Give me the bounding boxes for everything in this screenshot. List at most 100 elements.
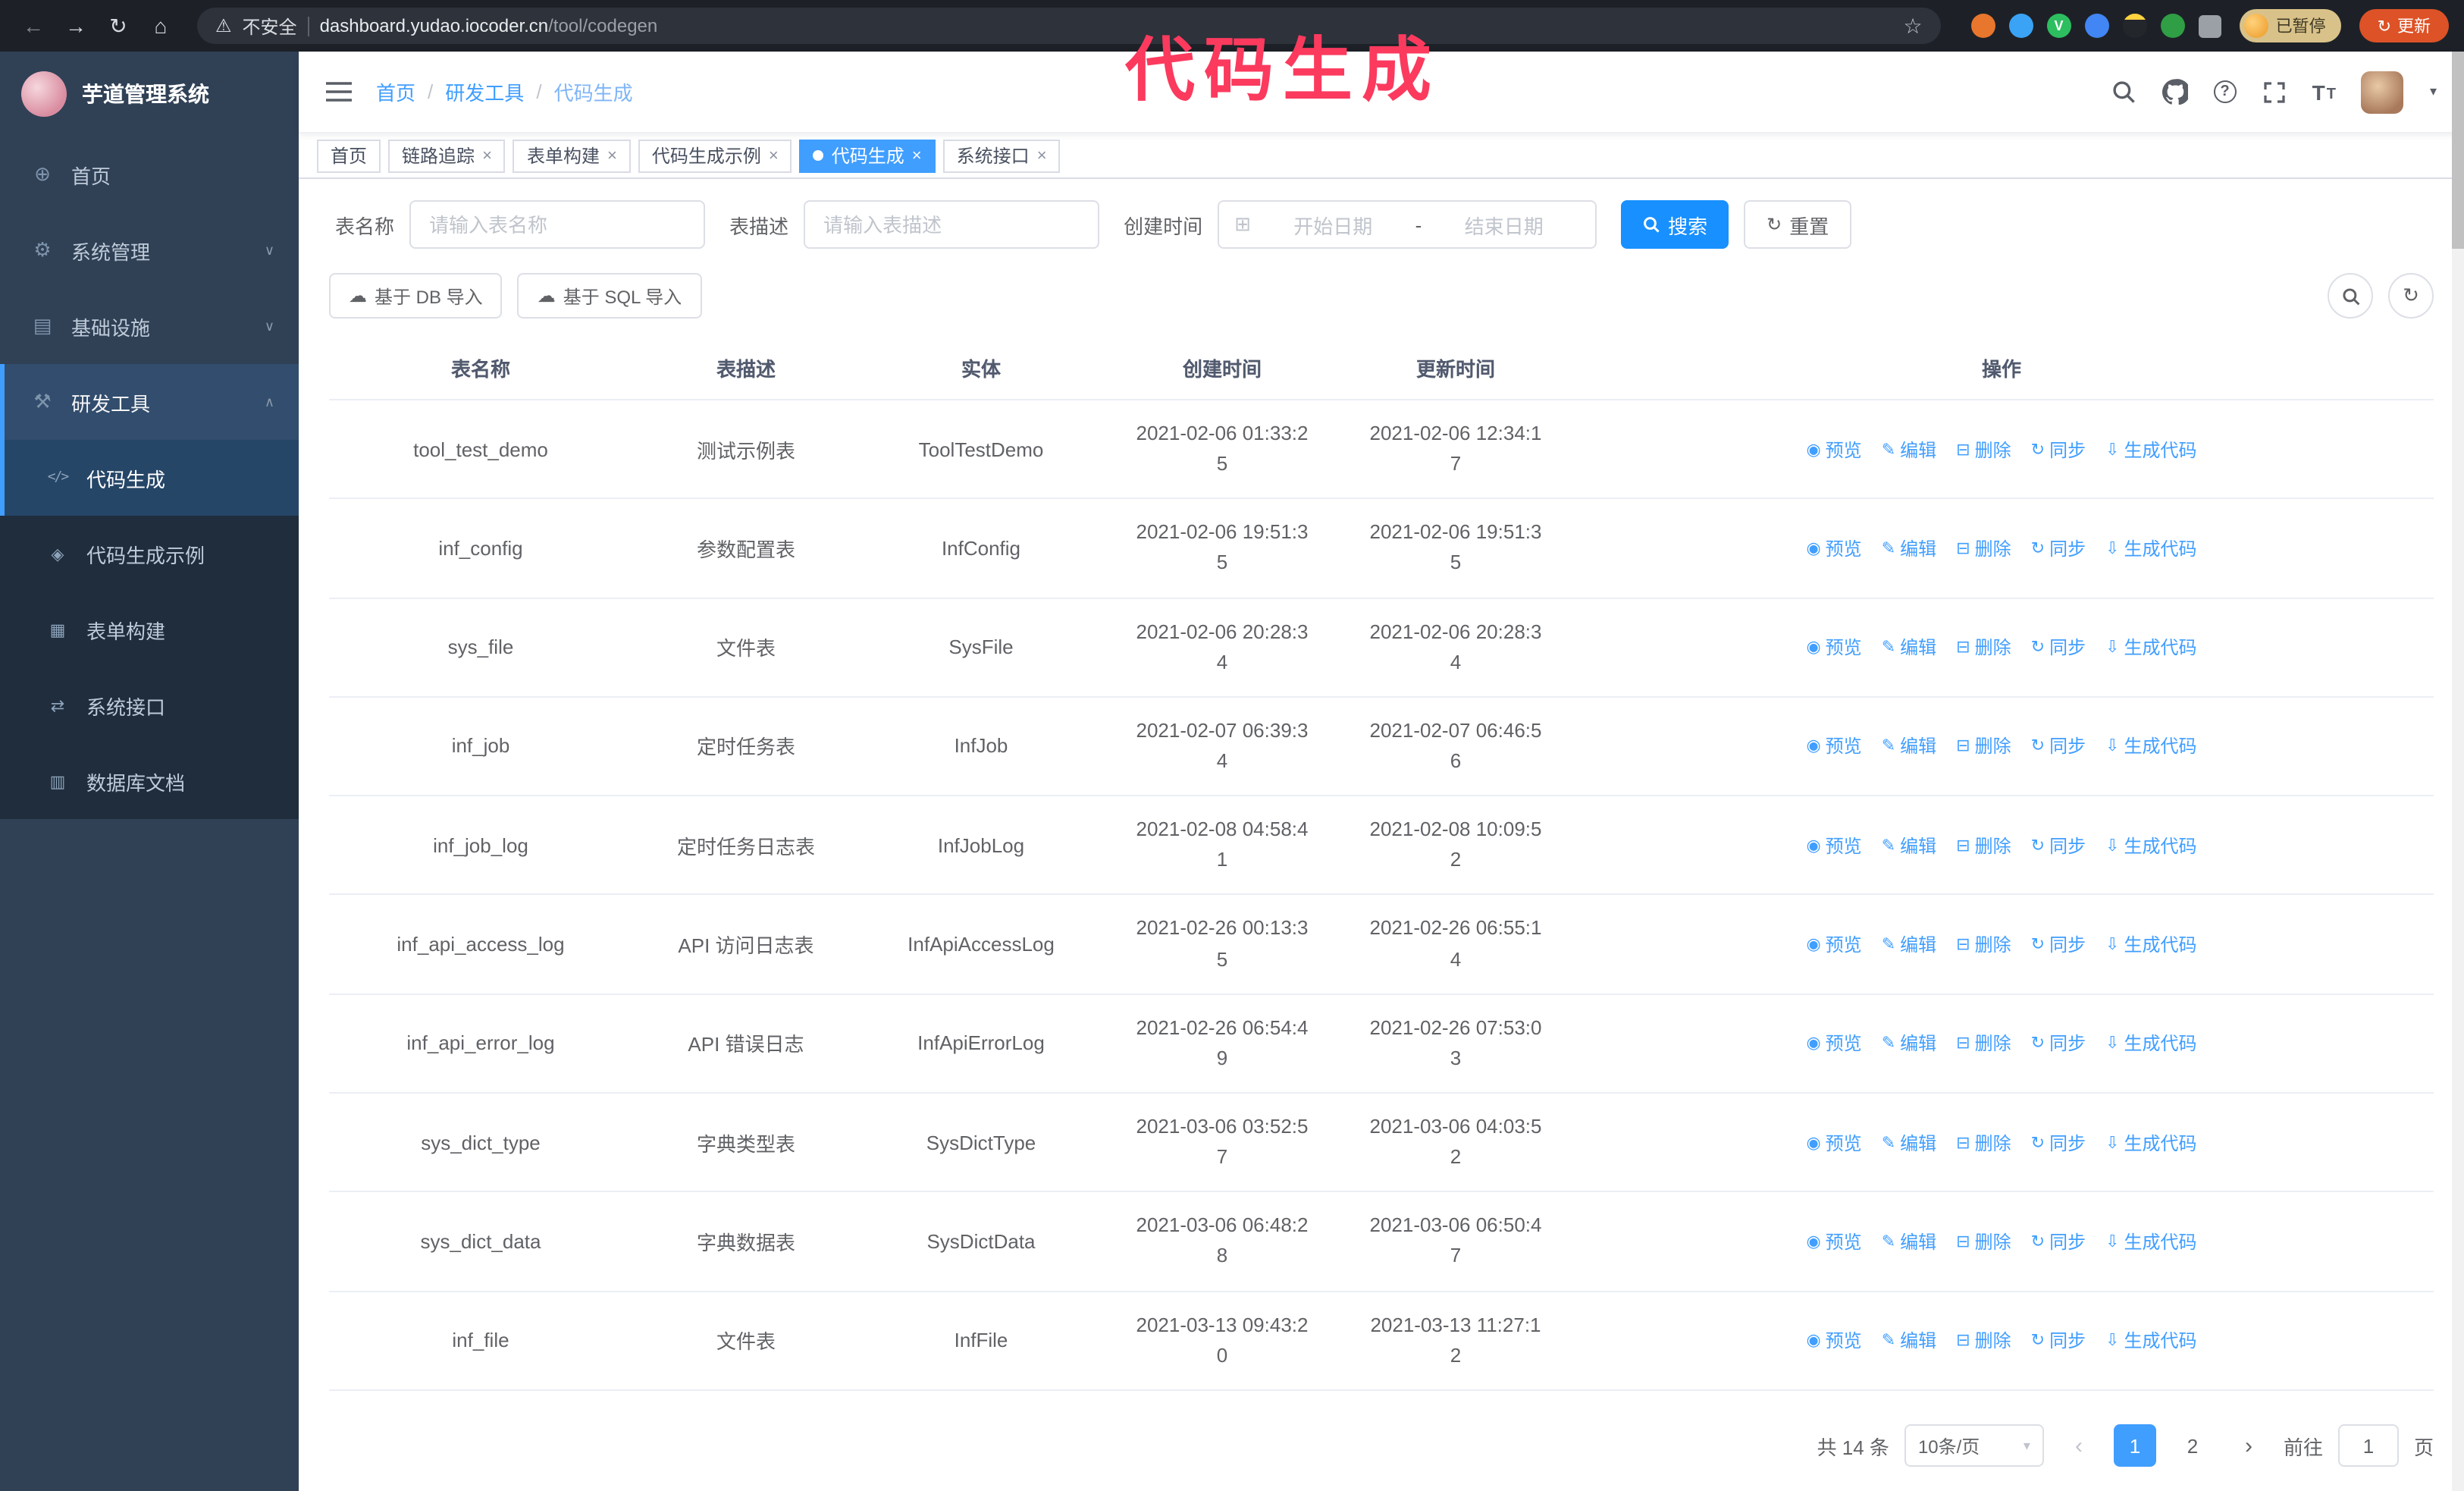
prev-page-button[interactable]: ‹ [2059,1424,2099,1467]
menu-toggle-icon[interactable] [326,80,352,103]
generate-code-link[interactable]: ⇩ 生成代码 [2105,1129,2196,1155]
update-button[interactable]: ↻ 更新 [2359,9,2449,42]
delete-link[interactable]: ⊟ 删除 [1956,931,2011,957]
generate-code-link[interactable]: ⇩ 生成代码 [2105,1229,2196,1254]
sync-link[interactable]: ↻ 同步 [2031,1129,2086,1155]
preview-link[interactable]: ◉ 预览 [1806,1031,1861,1056]
scrollbar[interactable] [2452,52,2464,1491]
close-icon[interactable]: × [1037,146,1047,165]
toggle-search-button[interactable] [2328,273,2373,319]
font-size-icon[interactable]: TT [2312,81,2336,102]
preview-link[interactable]: ◉ 预览 [1806,1129,1861,1155]
extension-icon-6[interactable] [2160,14,2185,38]
edit-link[interactable]: ✎ 编辑 [1882,733,1936,759]
generate-code-link[interactable]: ⇩ 生成代码 [2105,1327,2196,1353]
tab-codegen-example[interactable]: 代码生成示例 × [638,139,792,172]
import-sql-button[interactable]: ☁ 基于 SQL 导入 [517,273,702,319]
sidebar-item-system[interactable]: ⚙ 系统管理 ∨ [0,212,299,288]
close-icon[interactable]: × [482,146,492,165]
refresh-table-button[interactable]: ↻ [2388,273,2434,319]
generate-code-link[interactable]: ⇩ 生成代码 [2105,436,2196,462]
extensions-puzzle-icon[interactable] [2198,14,2221,37]
sidebar-subitem-db-docs[interactable]: ▥ 数据库文档 [0,743,299,819]
delete-link[interactable]: ⊟ 删除 [1956,833,2011,859]
table-name-input[interactable] [409,200,706,249]
close-icon[interactable]: × [607,146,617,165]
page-button-2[interactable]: 2 [2171,1424,2214,1467]
tab-form-builder[interactable]: 表单构建 × [513,139,631,172]
generate-code-link[interactable]: ⇩ 生成代码 [2105,634,2196,660]
preview-link[interactable]: ◉ 预览 [1806,1229,1861,1254]
goto-page-input[interactable] [2337,1424,2399,1467]
sidebar-subitem-codegen[interactable]: </> 代码生成 [0,440,299,516]
preview-link[interactable]: ◉ 预览 [1806,833,1861,859]
back-button[interactable]: ← [15,8,52,44]
edit-link[interactable]: ✎ 编辑 [1882,1327,1936,1353]
extension-icon-4[interactable] [2084,14,2109,38]
page-button-1[interactable]: 1 [2113,1424,2156,1467]
github-icon[interactable] [2161,79,2188,105]
delete-link[interactable]: ⊟ 删除 [1956,733,2011,759]
preview-link[interactable]: ◉ 预览 [1806,535,1861,561]
sync-link[interactable]: ↻ 同步 [2031,833,2086,859]
sidebar-item-devtools[interactable]: ⚒ 研发工具 ∧ [0,364,299,440]
reload-button[interactable]: ↻ [100,8,136,44]
forward-button[interactable]: → [58,8,94,44]
extension-icon-2[interactable] [2008,14,2033,38]
generate-code-link[interactable]: ⇩ 生成代码 [2105,833,2196,859]
breadcrumb-home[interactable]: 首页 [376,77,415,106]
delete-link[interactable]: ⊟ 删除 [1956,535,2011,561]
edit-link[interactable]: ✎ 编辑 [1882,833,1936,859]
delete-link[interactable]: ⊟ 删除 [1956,1031,2011,1056]
extension-icon-3[interactable]: V [2046,14,2071,38]
extension-icon-1[interactable] [1970,14,1995,38]
page-size-select[interactable]: 10条/页 ▾ [1904,1424,2044,1467]
fullscreen-icon[interactable] [2262,80,2287,104]
generate-code-link[interactable]: ⇩ 生成代码 [2105,931,2196,957]
table-desc-input[interactable] [804,200,1100,249]
tab-codegen[interactable]: 代码生成 × [799,139,936,172]
scrollbar-thumb[interactable] [2452,52,2464,249]
sidebar-subitem-form-builder[interactable]: ▦ 表单构建 [0,592,299,667]
close-icon[interactable]: × [912,146,922,165]
edit-link[interactable]: ✎ 编辑 [1882,535,1936,561]
generate-code-link[interactable]: ⇩ 生成代码 [2105,1031,2196,1056]
edit-link[interactable]: ✎ 编辑 [1882,931,1936,957]
delete-link[interactable]: ⊟ 删除 [1956,1229,2011,1254]
tab-api[interactable]: 系统接口 × [942,139,1061,172]
sidebar-item-home[interactable]: ⊕ 首页 [0,137,299,212]
delete-link[interactable]: ⊟ 删除 [1956,436,2011,462]
sync-link[interactable]: ↻ 同步 [2031,1031,2086,1056]
sync-link[interactable]: ↻ 同步 [2031,1327,2086,1353]
tab-tracing[interactable]: 链路追踪 × [388,139,506,172]
sync-link[interactable]: ↻ 同步 [2031,535,2086,561]
breadcrumb-devtools[interactable]: 研发工具 [445,77,524,106]
preview-link[interactable]: ◉ 预览 [1806,931,1861,957]
sync-link[interactable]: ↻ 同步 [2031,931,2086,957]
edit-link[interactable]: ✎ 编辑 [1882,436,1936,462]
sync-link[interactable]: ↻ 同步 [2031,733,2086,759]
edit-link[interactable]: ✎ 编辑 [1882,1129,1936,1155]
profile-paused-badge[interactable]: 已暂停 [2239,9,2341,42]
edit-link[interactable]: ✎ 编辑 [1882,1031,1936,1056]
preview-link[interactable]: ◉ 预览 [1806,1327,1861,1353]
address-bar[interactable]: ⚠ 不安全 dashboard.yudao.iocoder.cn/tool/co… [197,8,1941,44]
avatar-dropdown-caret-icon[interactable]: ▾ [2430,83,2437,100]
sync-link[interactable]: ↻ 同步 [2031,634,2086,660]
delete-link[interactable]: ⊟ 删除 [1956,1129,2011,1155]
search-icon[interactable] [2111,79,2136,105]
sync-link[interactable]: ↻ 同步 [2031,1229,2086,1254]
sidebar-item-infra[interactable]: ▤ 基础设施 ∨ [0,288,299,364]
sidebar-subitem-api[interactable]: ⇄ 系统接口 [0,667,299,743]
extension-icon-5[interactable] [2122,14,2147,38]
date-range-picker[interactable]: ⊞ 开始日期 - 结束日期 [1218,200,1597,249]
search-button[interactable]: 搜索 [1621,200,1729,249]
edit-link[interactable]: ✎ 编辑 [1882,634,1936,660]
delete-link[interactable]: ⊟ 删除 [1956,634,2011,660]
close-icon[interactable]: × [769,146,779,165]
help-icon[interactable]: ? [2213,80,2237,103]
delete-link[interactable]: ⊟ 删除 [1956,1327,2011,1353]
import-db-button[interactable]: ☁ 基于 DB 导入 [329,273,503,319]
security-label[interactable]: 不安全 [243,13,297,39]
sidebar-subitem-codegen-example[interactable]: ◈ 代码生成示例 [0,516,299,592]
